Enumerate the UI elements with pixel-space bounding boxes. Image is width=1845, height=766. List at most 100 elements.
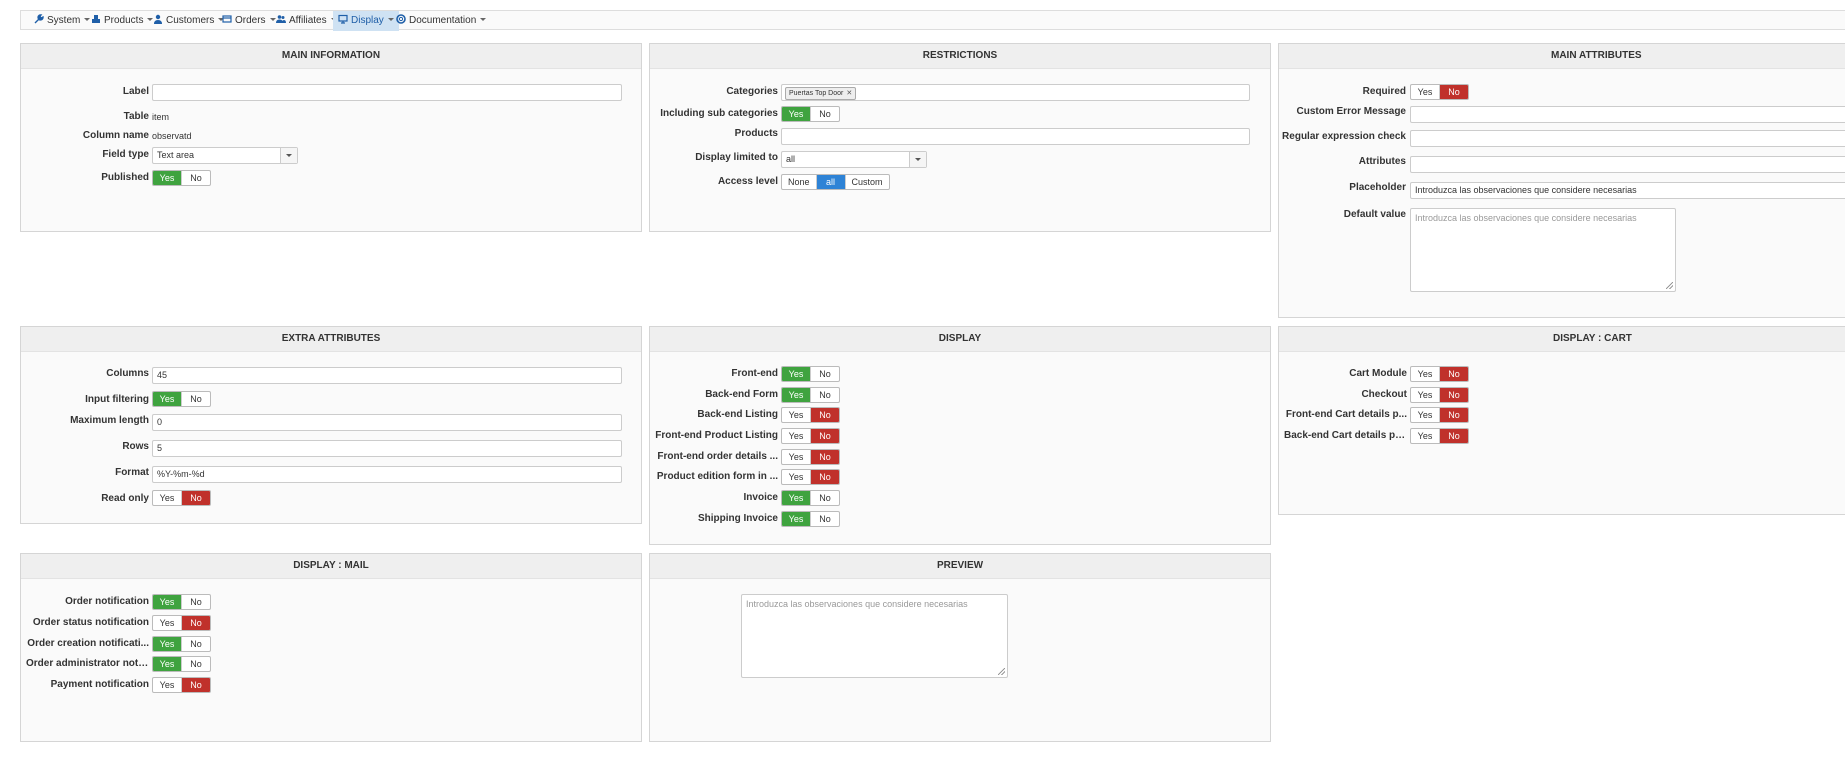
toggle-no[interactable]: No <box>810 429 839 443</box>
regex-input[interactable] <box>1410 130 1845 147</box>
toggle-yes[interactable]: Yes <box>782 388 810 402</box>
default-value-textarea[interactable]: Introduzca las observaciones que conside… <box>1410 208 1676 292</box>
nav-documentation[interactable]: Documentation <box>396 11 487 31</box>
categories-input[interactable]: Puertas Top Door ✕ <box>781 84 1250 101</box>
rows-input[interactable]: 5 <box>152 440 622 457</box>
access-none[interactable]: None <box>782 175 816 189</box>
products-input[interactable] <box>781 128 1250 145</box>
nav-label: Customers <box>166 15 215 26</box>
published-toggle[interactable]: Yes No <box>152 170 211 186</box>
toggle-yes[interactable]: Yes <box>782 367 810 381</box>
toggle-no[interactable]: No <box>181 616 210 630</box>
published-no[interactable]: No <box>181 171 210 185</box>
back-end-form-toggle[interactable]: Yes No <box>781 387 840 403</box>
toggle-yes[interactable]: Yes <box>782 429 810 443</box>
toggle-no[interactable]: No <box>810 512 839 526</box>
resize-handle-icon[interactable] <box>1666 282 1673 289</box>
toggle-yes[interactable]: Yes <box>153 595 181 609</box>
input-filtering-toggle[interactable]: Yes No <box>152 391 211 407</box>
toggle-yes[interactable]: Yes <box>1411 408 1439 422</box>
required-toggle[interactable]: Yes No <box>1410 84 1469 100</box>
order-creation-notification-toggle[interactable]: Yes No <box>152 636 211 652</box>
columns-input[interactable]: 45 <box>152 367 622 384</box>
front-end-cart-details-toggle[interactable]: Yes No <box>1410 407 1469 423</box>
sub-categories-toggle[interactable]: Yes No <box>781 106 840 122</box>
toggle-no[interactable]: No <box>1439 429 1468 443</box>
payment-notification-toggle[interactable]: Yes No <box>152 677 211 693</box>
toggle-no[interactable]: No <box>181 657 210 671</box>
read-only-toggle[interactable]: Yes No <box>152 490 211 506</box>
order-status-notification-toggle[interactable]: Yes No <box>152 615 211 631</box>
toggle-yes[interactable]: Yes <box>782 450 810 464</box>
table-value: item <box>152 112 170 122</box>
toggle-yes[interactable]: Yes <box>153 657 181 671</box>
chevron-down-icon[interactable] <box>280 148 297 163</box>
mail-row-label: Order administrator noti... <box>26 658 149 669</box>
toggle-yes[interactable]: Yes <box>153 616 181 630</box>
read-only-no[interactable]: No <box>181 491 210 505</box>
toggle-yes[interactable]: Yes <box>153 678 181 692</box>
toggle-no[interactable]: No <box>810 470 839 484</box>
close-icon[interactable]: ✕ <box>846 90 852 97</box>
toggle-no[interactable]: No <box>181 595 210 609</box>
toggle-no[interactable]: No <box>810 491 839 505</box>
front-end-toggle[interactable]: Yes No <box>781 366 840 382</box>
toggle-no[interactable]: No <box>181 678 210 692</box>
display-limited-select[interactable]: all <box>781 151 927 168</box>
toggle-yes[interactable]: Yes <box>782 470 810 484</box>
resize-handle-icon[interactable] <box>998 668 1005 675</box>
chevron-down-icon[interactable] <box>909 152 926 167</box>
shipping-invoice-toggle[interactable]: Yes No <box>781 511 840 527</box>
required-yes[interactable]: Yes <box>1411 85 1439 99</box>
product-edition-form-toggle[interactable]: Yes No <box>781 469 840 485</box>
toggle-no[interactable]: No <box>810 408 839 422</box>
cart-module-toggle[interactable]: Yes No <box>1410 366 1469 382</box>
access-all[interactable]: all <box>815 175 845 189</box>
read-only-yes[interactable]: Yes <box>153 491 181 505</box>
format-input[interactable]: %Y-%m-%d <box>152 466 622 483</box>
label-input[interactable] <box>152 84 622 101</box>
toggle-yes[interactable]: Yes <box>782 512 810 526</box>
toggle-yes[interactable]: Yes <box>1411 388 1439 402</box>
toggle-no[interactable]: No <box>810 450 839 464</box>
toggle-yes[interactable]: Yes <box>782 491 810 505</box>
nav-system[interactable]: System <box>34 11 91 31</box>
nav-products[interactable]: Products <box>91 11 154 31</box>
front-end-product-listing-toggle[interactable]: Yes No <box>781 428 840 444</box>
access-custom[interactable]: Custom <box>844 175 889 189</box>
toggle-yes[interactable]: Yes <box>1411 367 1439 381</box>
back-end-cart-details-toggle[interactable]: Yes No <box>1410 428 1469 444</box>
toggle-yes[interactable]: Yes <box>153 637 181 651</box>
order-notification-toggle[interactable]: Yes No <box>152 594 211 610</box>
attributes-input[interactable] <box>1410 156 1845 173</box>
nav-display[interactable]: Display <box>333 11 399 31</box>
back-end-listing-toggle[interactable]: Yes No <box>781 407 840 423</box>
published-yes[interactable]: Yes <box>153 171 181 185</box>
maximum-length-input[interactable]: 0 <box>152 414 622 431</box>
order-admin-notification-toggle[interactable]: Yes No <box>152 656 211 672</box>
sub-categories-yes[interactable]: Yes <box>782 107 810 121</box>
access-level-toggle[interactable]: None all Custom <box>781 174 890 190</box>
input-filtering-no[interactable]: No <box>181 392 210 406</box>
input-filtering-yes[interactable]: Yes <box>153 392 181 406</box>
sub-categories-no[interactable]: No <box>810 107 839 121</box>
toggle-yes[interactable]: Yes <box>1411 429 1439 443</box>
toggle-no[interactable]: No <box>1439 367 1468 381</box>
front-end-order-details-toggle[interactable]: Yes No <box>781 449 840 465</box>
placeholder-input[interactable]: Introduzca las observaciones que conside… <box>1410 182 1845 199</box>
field-type-select[interactable]: Text area <box>152 147 298 164</box>
toggle-no[interactable]: No <box>810 388 839 402</box>
checkout-toggle[interactable]: Yes No <box>1410 387 1469 403</box>
preview-textarea[interactable]: Introduzca las observaciones que conside… <box>741 594 1008 678</box>
toggle-no[interactable]: No <box>1439 388 1468 402</box>
invoice-toggle[interactable]: Yes No <box>781 490 840 506</box>
nav-orders[interactable]: Orders <box>222 11 276 31</box>
custom-error-input[interactable] <box>1410 106 1845 123</box>
toggle-yes[interactable]: Yes <box>782 408 810 422</box>
nav-affiliates[interactable]: Affiliates <box>276 11 337 31</box>
toggle-no[interactable]: No <box>810 367 839 381</box>
required-no[interactable]: No <box>1439 85 1468 99</box>
toggle-no[interactable]: No <box>181 637 210 651</box>
nav-customers[interactable]: Customers <box>153 11 225 31</box>
toggle-no[interactable]: No <box>1439 408 1468 422</box>
